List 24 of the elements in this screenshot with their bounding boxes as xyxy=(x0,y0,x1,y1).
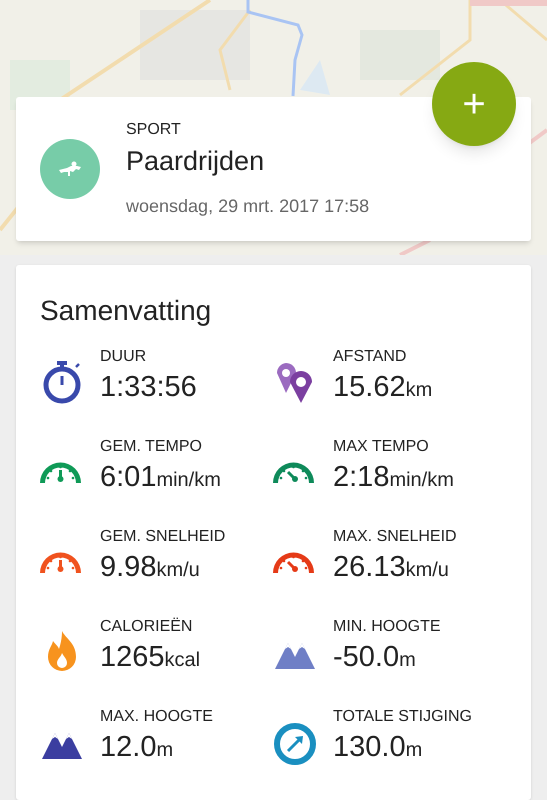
stat-label: MAX. HOOGTE xyxy=(100,707,213,727)
stat-label: DUUR xyxy=(100,347,148,367)
stat-label: GEM. SNELHEID xyxy=(100,527,226,547)
stat-value: 1265kcal xyxy=(100,640,200,675)
sport-label: SPORT xyxy=(126,120,182,140)
stat-value: 26.13km/u xyxy=(333,550,450,585)
stat-value: 12.0m xyxy=(100,730,174,765)
stat-label: CALORIEËN xyxy=(100,617,194,637)
stat-value: 6:01min/km xyxy=(100,460,221,495)
stat-value: 15.62km xyxy=(333,370,432,405)
summary-title: Samenvatting xyxy=(40,294,212,328)
stat-label: TOTALE STIJGING xyxy=(333,707,472,727)
stat-label: GEM. TEMPO xyxy=(100,437,203,457)
stat-value: 130.0m xyxy=(333,730,424,765)
stat-label: AFSTAND xyxy=(333,347,408,367)
stat-label: MAX. SNELHEID xyxy=(333,527,457,547)
stat-value: 1:33:56 xyxy=(100,370,197,405)
stat-value: 2:18min/km xyxy=(333,460,454,495)
stat-label: MIN. HOOGTE xyxy=(333,617,441,637)
stat-value: -50.0m xyxy=(333,640,417,675)
stat-label: MAX TEMPO xyxy=(333,437,430,457)
activity-date: woensdag, 29 mrt. 2017 17:58 xyxy=(126,195,370,218)
sport-name: Paardrijden xyxy=(126,145,266,178)
stat-value: 9.98km/u xyxy=(100,550,201,585)
